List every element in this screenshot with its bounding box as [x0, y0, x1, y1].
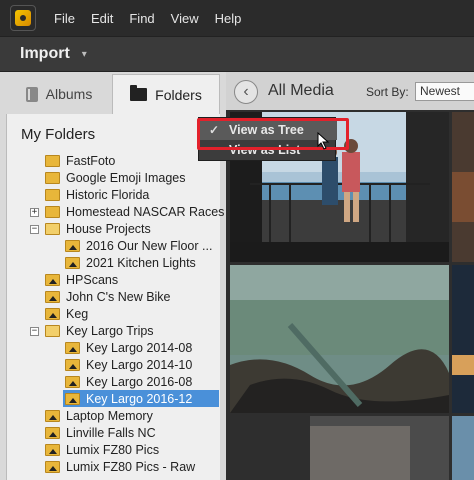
expand-icon[interactable]: +: [30, 208, 39, 217]
menu-find[interactable]: Find: [129, 11, 154, 26]
panel-tabs: Albums Folders: [6, 74, 220, 114]
tree-item-label: Homestead NASCAR Races: [66, 204, 225, 219]
media-header: ‹ All Media Sort By: Newest: [226, 72, 474, 110]
menu-bar: File Edit Find View Help: [0, 0, 474, 36]
tree-item[interactable]: Linville Falls NC: [45, 424, 156, 441]
tree-item-label: John C's New Bike: [66, 289, 171, 304]
shoreline-photo: [230, 265, 449, 413]
folder-icon: [45, 154, 60, 167]
tab-folders[interactable]: Folders: [112, 74, 220, 114]
tab-albums[interactable]: Albums: [6, 74, 112, 114]
photo-folder-icon: [45, 460, 60, 473]
tree-item-label: 2016 Our New Floor ...: [86, 238, 213, 253]
photo-folder-icon: [65, 392, 80, 405]
tree-item[interactable]: Historic Florida: [45, 186, 149, 203]
tree-item-label: Key Largo 2016-08: [86, 374, 193, 389]
tree-item[interactable]: Homestead NASCAR Races: [45, 203, 224, 220]
menu-view[interactable]: View: [171, 11, 199, 26]
tree-item-label: Laptop Memory: [66, 408, 153, 423]
tree-item[interactable]: FastFoto: [45, 152, 115, 169]
tree-item[interactable]: 2021 Kitchen Lights: [65, 254, 196, 271]
tree-item-label: Lumix FZ80 Pics: [66, 442, 160, 457]
media-thumbnail[interactable]: [452, 265, 474, 413]
photo-folder-icon: [65, 256, 80, 269]
tree-item-label: Key Largo 2016-12: [86, 391, 193, 406]
photo-folder-icon: [45, 290, 60, 303]
tree-item[interactable]: Key Largo Trips: [45, 322, 154, 339]
tree-item-label: Historic Florida: [66, 187, 150, 202]
photo-thumbnail: [452, 416, 474, 480]
folder-icon: [45, 188, 60, 201]
tree-item-label: Lumix FZ80 Pics - Raw: [66, 459, 196, 474]
collapse-icon[interactable]: −: [30, 225, 39, 234]
photo-folder-icon: [45, 409, 60, 422]
photo-folder-icon: [45, 443, 60, 456]
collapse-icon[interactable]: −: [30, 327, 39, 336]
menu-file[interactable]: File: [54, 11, 75, 26]
import-bar: Import ▾: [0, 36, 474, 72]
photo-thumbnail: [230, 416, 449, 480]
albums-icon: [25, 86, 38, 102]
photo-folder-icon: [65, 375, 80, 388]
app-logo-icon[interactable]: [10, 5, 36, 31]
photo-thumbnail: [452, 112, 474, 262]
photo-folder-icon: [45, 273, 60, 286]
import-button[interactable]: Import: [20, 45, 70, 63]
tree-item-label: Google Emoji Images: [66, 170, 186, 185]
tree-item[interactable]: Lumix FZ80 Pics - Raw: [45, 458, 195, 475]
tree-item-label: Key Largo 2014-08: [86, 340, 193, 355]
folder-icon: [130, 85, 148, 101]
tree-item[interactable]: 2016 Our New Floor ...: [65, 237, 212, 254]
folder-icon: [45, 205, 60, 218]
folder-icon: [45, 171, 60, 184]
folder-open-icon: [45, 222, 60, 235]
tree-item[interactable]: John C's New Bike: [45, 288, 171, 305]
folder-tree: My Folders FastFoto Google Emoji Images …: [6, 114, 224, 480]
sort-value: Newest: [420, 84, 461, 98]
photo-folder-icon: [65, 341, 80, 354]
photo-folder-icon: [65, 358, 80, 371]
tree-item-label: Linville Falls NC: [66, 425, 156, 440]
back-button[interactable]: ‹: [234, 80, 258, 104]
tree-item[interactable]: HPScans: [45, 271, 118, 288]
tab-albums-label: Albums: [45, 86, 93, 102]
menu-help[interactable]: Help: [215, 11, 242, 26]
tab-folders-label: Folders: [155, 86, 202, 103]
photo-thumbnail: [452, 265, 474, 413]
tree-item[interactable]: Key Largo 2014-10: [65, 356, 192, 373]
chevron-left-icon: ‹: [243, 83, 249, 100]
media-thumbnail[interactable]: [452, 416, 474, 480]
tree-item[interactable]: Laptop Memory: [45, 407, 153, 424]
tree-item[interactable]: Lumix FZ80 Pics: [45, 441, 159, 458]
tree-item[interactable]: Google Emoji Images: [45, 169, 186, 186]
menu-edit[interactable]: Edit: [91, 11, 113, 26]
left-panel: Albums Folders My Folders FastFoto Googl…: [0, 72, 226, 480]
photo-folder-icon: [45, 426, 60, 439]
tree-item-label: FastFoto: [66, 153, 116, 168]
tree-item[interactable]: Key Largo 2016-08: [65, 373, 192, 390]
my-folders-heading: My Folders: [21, 126, 96, 143]
media-thumbnail[interactable]: [452, 112, 474, 262]
tree-item-label: HPScans: [66, 272, 119, 287]
sort-dropdown[interactable]: Newest: [415, 82, 474, 101]
chevron-down-icon[interactable]: ▾: [82, 49, 87, 60]
mouse-cursor-icon: [317, 132, 330, 150]
tree-item-label: 2021 Kitchen Lights: [86, 255, 196, 270]
tree-item-label: Key Largo Trips: [66, 323, 154, 338]
media-thumbnail[interactable]: [230, 265, 449, 413]
tree-item-selected[interactable]: Key Largo 2016-12: [63, 390, 219, 407]
tree-item-label: House Projects: [66, 221, 151, 236]
tree-item[interactable]: Key Largo 2014-08: [65, 339, 192, 356]
tree-item-label: Key Largo 2014-10: [86, 357, 193, 372]
tree-item[interactable]: House Projects: [45, 220, 151, 237]
photo-folder-icon: [45, 307, 60, 320]
tree-item[interactable]: Keg: [45, 305, 88, 322]
media-title: All Media: [268, 82, 334, 99]
photo-folder-icon: [65, 239, 80, 252]
folder-open-icon: [45, 324, 60, 337]
tree-item-label: Keg: [66, 306, 89, 321]
media-thumbnail[interactable]: [230, 416, 449, 480]
sort-label: Sort By:: [366, 85, 409, 99]
